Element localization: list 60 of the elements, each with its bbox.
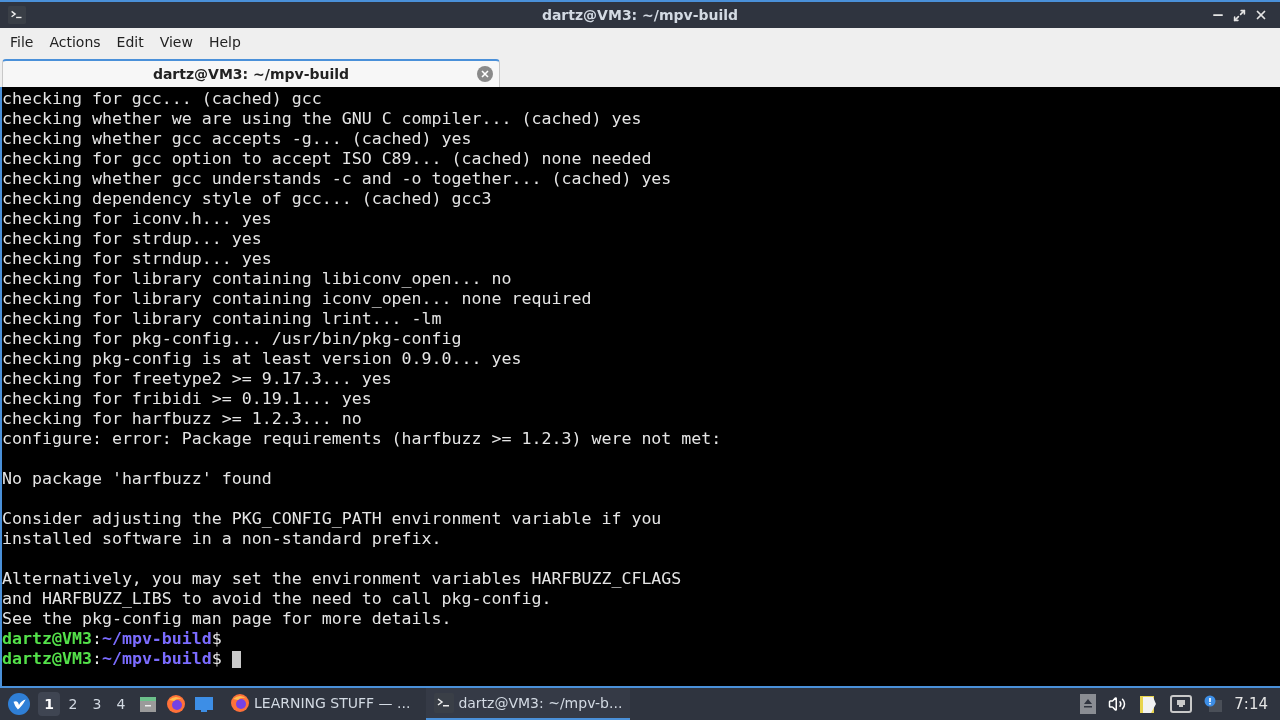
terminal-line: checking for gcc option to accept ISO C89... (cached) none needed bbox=[2, 149, 652, 169]
terminal-line: and HARFBUZZ_LIBS to avoid the need to call pkg-config. bbox=[2, 589, 552, 609]
close-tab-icon[interactable] bbox=[477, 66, 493, 82]
taskbar-task[interactable]: LEARNING STUFF — ... bbox=[222, 688, 419, 720]
prompt-path: ~/mpv-build bbox=[101, 629, 212, 649]
close-icon[interactable] bbox=[1254, 8, 1268, 22]
terminal-line: checking whether gcc accepts -g... (cached) yes bbox=[2, 129, 472, 149]
menu-item[interactable]: File bbox=[2, 28, 42, 57]
terminal-line: checking whether we are using the GNU C compiler... (cached) yes bbox=[2, 109, 642, 129]
workspace-button[interactable]: 2 bbox=[62, 692, 84, 716]
menu-item[interactable]: Help bbox=[200, 28, 249, 57]
terminal-line: checking whether gcc understands -c and -o together... (cached) yes bbox=[2, 169, 672, 189]
text-cursor bbox=[231, 650, 241, 668]
terminal-line: checking for freetype2 >= 9.17.3... yes bbox=[2, 369, 392, 389]
terminal-icon bbox=[8, 6, 26, 24]
workspace-button[interactable]: 4 bbox=[110, 692, 132, 716]
menu-item[interactable]: Edit bbox=[108, 28, 152, 57]
prompt-path: ~/mpv-build bbox=[101, 649, 212, 669]
desktop-icon[interactable] bbox=[194, 694, 214, 714]
terminal-line: checking for library containing iconv_open... none required bbox=[2, 289, 592, 309]
terminal-line: checking for iconv.h... yes bbox=[2, 209, 272, 229]
terminal-line: installed software in a non-standard prefix. bbox=[2, 529, 442, 549]
terminal-tab[interactable]: dartz@VM3: ~/mpv-build bbox=[2, 59, 500, 87]
clock[interactable]: 7:14 bbox=[1234, 692, 1268, 716]
terminal-line: checking pkg-config is at least version 0.9.0... yes bbox=[2, 349, 522, 369]
terminal-line: checking for pkg-config... /usr/bin/pkg-config bbox=[2, 329, 462, 349]
taskbar-task[interactable]: dartz@VM3: ~/mpv-b... bbox=[426, 688, 631, 720]
menu-item[interactable]: Actions bbox=[41, 28, 109, 57]
prompt-symbol: $ bbox=[211, 629, 222, 649]
terminal-output[interactable] bbox=[0, 87, 1280, 686]
maximize-icon[interactable] bbox=[1233, 8, 1246, 22]
network-icon[interactable] bbox=[1170, 695, 1193, 713]
file-cabinet-icon[interactable] bbox=[138, 694, 158, 714]
volume-icon[interactable] bbox=[1108, 695, 1127, 713]
workspace-button[interactable]: 1 bbox=[38, 692, 60, 716]
notification-icon[interactable] bbox=[1204, 695, 1223, 713]
terminal-line: Consider adjusting the PKG_CONFIG_PATH environment variable if you bbox=[2, 509, 662, 529]
terminal-line: checking for harfbuzz >= 1.2.3... no bbox=[2, 409, 362, 429]
prompt-symbol: $ bbox=[211, 649, 222, 669]
prompt-user: dartz@VM3 bbox=[2, 629, 92, 649]
prompt-separator: : bbox=[91, 649, 102, 669]
terminal-line: checking for strndup... yes bbox=[2, 249, 272, 269]
clipboard-icon[interactable] bbox=[1138, 694, 1159, 714]
terminal-line: configure: error: Package requirements (harfbuzz >= 1.2.3) were not met: bbox=[2, 429, 722, 449]
terminal-line: No package 'harfbuzz' found bbox=[2, 469, 272, 489]
eject-icon[interactable] bbox=[1080, 694, 1097, 714]
terminal-line: checking for library containing lrint... -lm bbox=[2, 309, 442, 329]
terminal-line: See the pkg-config man page for more details. bbox=[2, 609, 452, 629]
terminal-line: checking for gcc... (cached) gcc bbox=[2, 89, 322, 109]
workspace-button[interactable]: 3 bbox=[86, 692, 108, 716]
prompt-separator: : bbox=[91, 629, 102, 649]
terminal-line: Alternatively, you may set the environment variables HARFBUZZ_CFLAGS bbox=[2, 569, 682, 589]
terminal-line: checking for fribidi >= 0.19.1... yes bbox=[2, 389, 372, 409]
terminal-line: checking for library containing libiconv_open... no bbox=[2, 269, 512, 289]
window-title: dartz@VM3: ~/mpv-build bbox=[541, 5, 739, 25]
terminal-line: checking for strdup... yes bbox=[2, 229, 262, 249]
prompt-user: dartz@VM3 bbox=[2, 649, 92, 669]
terminal-line: checking dependency style of gcc... (cached) gcc3 bbox=[2, 189, 492, 209]
start-menu-icon[interactable] bbox=[8, 693, 30, 715]
menu-item[interactable]: View bbox=[151, 28, 201, 57]
